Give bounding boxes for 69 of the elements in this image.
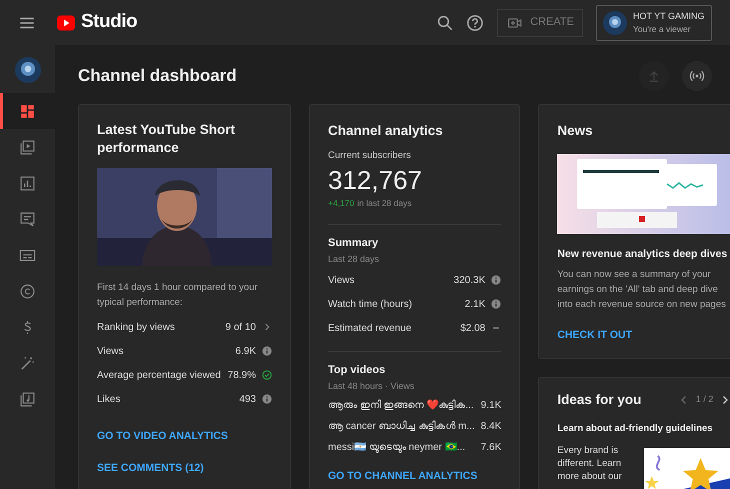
broadcast-icon	[689, 68, 705, 84]
metric-label: Watch time (hours)	[328, 298, 414, 312]
metric-label: Estimated revenue	[328, 322, 412, 336]
idea-headline: Learn about ad-friendly guidelines	[557, 422, 714, 436]
video-plus-icon	[506, 16, 524, 30]
account-role: You're a viewer	[633, 22, 692, 36]
sidebar-item[interactable]	[0, 93, 55, 129]
metric-value: 320.3K	[454, 274, 486, 288]
metric-label: Ranking by views	[97, 320, 176, 334]
copyright-icon	[19, 282, 36, 300]
info-icon	[262, 346, 272, 356]
section-period: Last 28 days	[328, 252, 380, 266]
search-icon[interactable]	[436, 14, 454, 32]
video-list-icon	[19, 138, 36, 156]
news-headline: New revenue analytics deep dives	[557, 247, 728, 262]
card-title: News	[557, 122, 594, 140]
video-title-link[interactable]: ആരും ഇനി ഇങ്ങനെ ❤കുട്ടിക...	[328, 398, 475, 414]
channel-analytics-link[interactable]: GO TO CHANNEL ANALYTICS	[328, 470, 502, 484]
card-title: Ideas for you	[557, 390, 642, 409]
idea-body: Every brand is different. Learn more about our	[557, 444, 623, 484]
metric-label: Views	[97, 344, 124, 358]
see-comments-link[interactable]: SEE COMMENTS (12)	[97, 460, 272, 476]
metric-label: Likes	[97, 392, 122, 406]
metric-value: 6.9K	[235, 344, 256, 358]
upload-icon	[647, 69, 661, 83]
comparison-note: First 14 days 1 hour compared to your typical performance:	[97, 281, 259, 310]
metric-label: Average percentage viewed	[97, 368, 222, 382]
subscriber-count: 312,767	[328, 164, 423, 194]
logo-text: Studio	[81, 10, 138, 34]
check-circle-icon	[262, 370, 272, 380]
page-indicator: 1 / 2	[696, 393, 714, 406]
card-title: Channel analytics	[328, 122, 444, 140]
change-period: in last 28 days	[357, 196, 412, 210]
music-library-icon	[19, 390, 36, 408]
magic-wand-icon	[19, 354, 36, 372]
metric-value: $2.08	[460, 322, 486, 336]
news-body: You can now see a summary of your earnings on the 'All' tab and deep dive into each revenue source on new pages	[557, 268, 727, 312]
account-name: HOT YT GAMING	[633, 10, 705, 22]
video-analytics-link[interactable]: GO TO VIDEO ANALYTICS	[97, 429, 272, 445]
metric-value: 78.9%	[228, 368, 256, 382]
subscriber-change: +4,170	[328, 196, 354, 210]
metric-value: 2.1K	[464, 298, 486, 312]
video-title-link[interactable]: ആ cancer ബാധിച്ച കുട്ടികൾ m...	[328, 419, 475, 434]
avatar-icon	[603, 10, 627, 34]
channel-avatar-icon	[14, 57, 40, 83]
create-button[interactable]: CREATE	[497, 8, 583, 36]
metric-value: 493	[239, 392, 256, 406]
video-views: 7.6K	[480, 441, 502, 456]
comment-icon	[19, 210, 36, 228]
account-switcher[interactable]: HOT YT GAMING You're a viewer	[596, 4, 712, 40]
dashboard-icon	[19, 102, 36, 120]
bar-chart-icon	[19, 174, 36, 192]
info-icon	[491, 275, 502, 286]
help-icon[interactable]	[466, 14, 484, 32]
section-period: Last 48 hours · Views	[328, 380, 416, 393]
card-title: Latest YouTube Short performance	[97, 121, 236, 157]
video-views: 8.4K	[480, 420, 502, 434]
section-title: Top videos	[328, 363, 386, 378]
info-icon	[262, 394, 272, 404]
info-icon	[491, 299, 502, 310]
metric-value: 9 of 10	[225, 320, 256, 334]
video-title-link[interactable]: messi🇦🇷 യുടെയും neymer 🇧🇷...	[328, 440, 475, 456]
subscribers-label: Current subscribers	[328, 149, 412, 164]
metric-label: Views	[328, 274, 356, 288]
page-title: Channel dashboard	[78, 65, 237, 88]
video-views: 9.1K	[480, 399, 502, 414]
section-title: Summary	[328, 236, 380, 252]
check-it-out-link[interactable]: CHECK IT OUT	[557, 328, 730, 344]
go-live-button[interactable]	[682, 61, 712, 91]
